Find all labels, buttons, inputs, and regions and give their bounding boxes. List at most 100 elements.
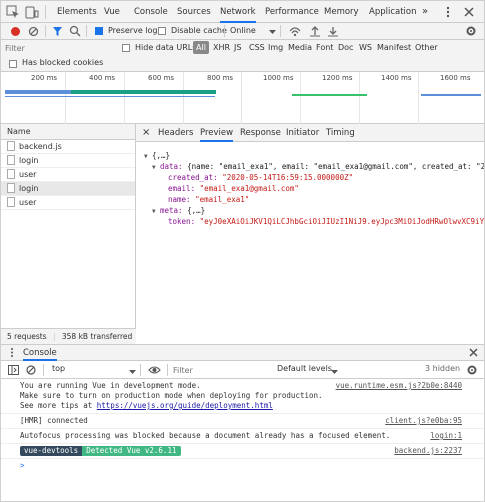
- more-tabs-button[interactable]: »: [422, 1, 428, 23]
- settings-gear-icon[interactable]: [465, 25, 477, 39]
- devtools-tab-bar: Elements Vue Console Sources Network Per…: [1, 1, 484, 23]
- request-row[interactable]: backend.js: [1, 140, 135, 154]
- console-settings-gear-icon[interactable]: [466, 364, 478, 378]
- hidden-messages-count: 3 hidden: [425, 364, 461, 373]
- search-icon[interactable]: [69, 25, 81, 39]
- disable-cache-checkbox[interactable]: [158, 26, 166, 35]
- tab-headers[interactable]: Headers: [158, 124, 193, 142]
- close-detail-button[interactable]: ×: [142, 124, 150, 142]
- filter-icon[interactable]: [52, 26, 63, 39]
- throttle-select[interactable]: Online: [230, 26, 256, 35]
- export-har-icon[interactable]: [327, 25, 339, 39]
- disable-cache-label: Disable cache: [171, 26, 227, 35]
- tab-initiator[interactable]: Initiator: [286, 124, 319, 142]
- deployment-link[interactable]: https://vuejs.org/guide/deployment.html: [97, 401, 273, 410]
- tab-sources[interactable]: Sources: [177, 1, 211, 23]
- type-filter-xhr[interactable]: XHR: [210, 41, 233, 54]
- console-message: Autofocus processing was blocked because…: [1, 429, 484, 444]
- close-drawer-icon[interactable]: [468, 347, 479, 360]
- request-row[interactable]: login: [1, 154, 135, 168]
- request-name: user: [19, 170, 37, 179]
- type-filter-font[interactable]: Font: [313, 41, 336, 54]
- tab-vue[interactable]: Vue: [104, 1, 120, 23]
- file-icon: [7, 155, 15, 165]
- type-filter-all[interactable]: All: [193, 41, 209, 54]
- console-filter-input[interactable]: [173, 364, 268, 376]
- tab-console[interactable]: Console: [134, 1, 168, 23]
- online-status-icon[interactable]: [289, 25, 301, 39]
- live-expression-eye-icon[interactable]: [148, 365, 161, 377]
- console-prompt[interactable]: >: [1, 459, 484, 473]
- has-blocked-cookies-checkbox[interactable]: [9, 59, 17, 68]
- context-select[interactable]: top: [52, 364, 65, 373]
- type-filter-js[interactable]: JS: [231, 41, 244, 54]
- timeline-tick: 1400 ms: [381, 74, 412, 82]
- type-filter-manifest[interactable]: Manifest: [374, 41, 414, 54]
- message-source-link[interactable]: vue.runtime.esm.js?2b0e:8440: [336, 381, 462, 391]
- timeline-tick: 800 ms: [207, 74, 234, 82]
- more-options-icon[interactable]: [441, 5, 455, 19]
- preserve-log-checkbox[interactable]: [95, 26, 103, 35]
- network-summary: 5 requests | 358 kB transferred: [1, 328, 136, 344]
- request-name: backend.js: [19, 142, 62, 151]
- message-source-link[interactable]: login:1: [430, 431, 462, 441]
- tab-performance[interactable]: Performance: [265, 1, 319, 23]
- request-row-selected[interactable]: login: [1, 182, 135, 196]
- filter-bar: Hide data URLs All XHR JS CSS Img Media …: [1, 40, 484, 72]
- type-filter-img[interactable]: Img: [265, 41, 286, 54]
- tab-network[interactable]: Network: [220, 1, 256, 23]
- console-sidebar-icon[interactable]: [8, 365, 19, 377]
- network-timeline-overview[interactable]: 200 ms 400 ms 600 ms 800 ms 1000 ms 1200…: [1, 72, 484, 124]
- request-row[interactable]: user: [1, 168, 135, 182]
- vue-devtools-badge: vue-devtools: [20, 446, 83, 456]
- chevron-down-icon[interactable]: [269, 28, 276, 37]
- timeline-bar: [71, 90, 216, 94]
- json-data-node[interactable]: ▼ data: {name: "email_exa1", email: "emai…: [144, 161, 484, 172]
- clear-console-icon[interactable]: [26, 365, 36, 377]
- chevron-down-icon[interactable]: [331, 368, 338, 377]
- tab-preview[interactable]: Preview: [200, 124, 234, 142]
- type-filter-ws[interactable]: WS: [356, 41, 375, 54]
- type-filter-other[interactable]: Other: [412, 41, 441, 54]
- import-har-icon[interactable]: [309, 25, 321, 39]
- request-row[interactable]: user: [1, 196, 135, 210]
- hide-data-urls-label: Hide data URLs: [135, 43, 197, 52]
- request-detail-pane: × Headers Preview Response Initiator Tim…: [136, 124, 484, 344]
- type-filter-doc[interactable]: Doc: [335, 41, 356, 54]
- request-name: login: [19, 184, 39, 193]
- devtools-window: Elements Vue Console Sources Network Per…: [0, 0, 485, 502]
- record-button[interactable]: [10, 26, 21, 39]
- console-message: [HMR] connected client.js?e0ba:95: [1, 414, 484, 429]
- log-levels-select[interactable]: Default levels: [277, 364, 332, 373]
- detected-vue-badge: Detected Vue v2.6.11: [82, 446, 181, 456]
- json-meta-node[interactable]: ▼ meta: {,…}: [144, 205, 484, 216]
- message-source-link[interactable]: backend.js:2237: [394, 446, 462, 456]
- message-source-link[interactable]: client.js?e0ba:95: [385, 416, 462, 426]
- timeline-bar: [292, 94, 367, 96]
- filter-input[interactable]: [5, 42, 113, 54]
- file-icon: [7, 141, 15, 151]
- close-icon[interactable]: [462, 5, 476, 19]
- type-filter-media[interactable]: Media: [285, 41, 315, 54]
- name-column-header[interactable]: Name: [1, 124, 135, 140]
- chevron-down-icon[interactable]: [129, 368, 136, 377]
- tab-elements[interactable]: Elements: [57, 1, 97, 23]
- device-toolbar-icon[interactable]: [25, 5, 39, 19]
- request-list: Name backend.js login user login user 5 …: [1, 124, 136, 344]
- tab-timing[interactable]: Timing: [326, 124, 355, 142]
- detail-tabs: × Headers Preview Response Initiator Tim…: [136, 124, 484, 142]
- tab-memory[interactable]: Memory: [324, 1, 359, 23]
- json-root[interactable]: ▼ {,…}: [144, 150, 484, 161]
- tab-response[interactable]: Response: [240, 124, 281, 142]
- hide-data-urls-checkbox[interactable]: [122, 43, 130, 52]
- prompt-chevron-icon: >: [20, 461, 25, 470]
- drawer-tab-console[interactable]: Console: [23, 345, 57, 361]
- file-icon: [7, 183, 15, 193]
- inspect-element-icon[interactable]: [6, 5, 20, 19]
- preserve-log-label: Preserve log: [108, 26, 158, 35]
- tab-application[interactable]: Application: [369, 1, 417, 23]
- json-preview: ▼ {,…} ▼ data: {name: "email_exa1", email:…: [144, 150, 484, 227]
- clear-icon[interactable]: [28, 26, 39, 39]
- request-count: 5 requests: [7, 332, 47, 341]
- drawer-menu-icon[interactable]: [7, 347, 17, 360]
